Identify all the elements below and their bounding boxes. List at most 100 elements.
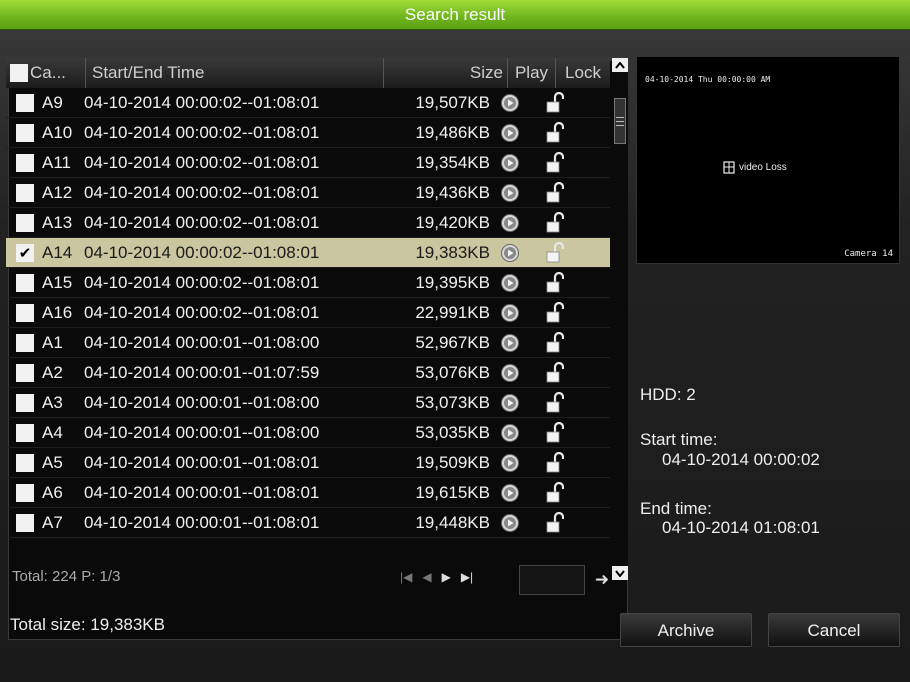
video-preview: 04-10-2014 Thu 00:00:00 AM video Loss Ca… bbox=[636, 56, 900, 264]
row-checkbox[interactable] bbox=[16, 363, 34, 382]
row-size: 19,436KB bbox=[415, 182, 490, 202]
row-checkbox[interactable]: ✔ bbox=[16, 243, 34, 262]
table-row[interactable]: A5 04-10-2014 00:00:01--01:08:01 19,509KB bbox=[6, 448, 610, 478]
table-row[interactable]: A7 04-10-2014 00:00:01--01:08:01 19,448KB bbox=[6, 508, 610, 538]
table-row[interactable]: A2 04-10-2014 00:00:01--01:07:59 53,076KB bbox=[6, 358, 610, 388]
scroll-thumb[interactable] bbox=[614, 98, 626, 144]
row-checkbox[interactable] bbox=[16, 333, 34, 352]
row-size: 53,076KB bbox=[415, 362, 490, 382]
row-checkbox[interactable] bbox=[16, 213, 34, 232]
scroll-down-button[interactable] bbox=[612, 566, 628, 580]
prev-page-icon[interactable]: ◀ bbox=[422, 570, 431, 584]
unlock-icon[interactable] bbox=[530, 181, 580, 204]
next-page-icon[interactable]: ▶ bbox=[442, 570, 451, 584]
play-icon[interactable] bbox=[490, 423, 530, 443]
chevron-up-icon bbox=[615, 61, 625, 69]
row-time: 04-10-2014 00:00:02--01:08:01 bbox=[84, 122, 320, 142]
unlock-icon[interactable] bbox=[530, 121, 580, 144]
last-page-icon[interactable]: ▶| bbox=[461, 570, 473, 584]
play-icon[interactable] bbox=[490, 153, 530, 173]
unlock-icon[interactable] bbox=[530, 511, 580, 534]
row-checkbox[interactable] bbox=[16, 303, 34, 322]
play-icon[interactable] bbox=[490, 453, 530, 473]
row-size: 19,507KB bbox=[415, 92, 490, 112]
play-icon[interactable] bbox=[490, 243, 530, 263]
play-icon[interactable] bbox=[490, 303, 530, 323]
play-icon[interactable] bbox=[490, 213, 530, 233]
table-row[interactable]: ✔ A14 04-10-2014 00:00:02--01:08:01 19,383K… bbox=[6, 238, 610, 268]
unlock-icon[interactable] bbox=[530, 481, 580, 504]
table-row[interactable]: A9 04-10-2014 00:00:02--01:08:01 19,507KB bbox=[6, 88, 610, 118]
go-page-button[interactable]: ➜ bbox=[590, 568, 614, 592]
unlock-icon[interactable] bbox=[530, 91, 580, 114]
unlock-icon[interactable] bbox=[530, 271, 580, 294]
table-row[interactable]: A11 04-10-2014 00:00:02--01:08:01 19,354KB bbox=[6, 148, 610, 178]
total-size: Total size: 19,383KB bbox=[10, 615, 165, 634]
row-checkbox[interactable] bbox=[16, 183, 34, 202]
first-page-icon[interactable]: |◀ bbox=[400, 570, 412, 584]
end-time-label: End time: bbox=[640, 499, 712, 518]
play-icon[interactable] bbox=[490, 123, 530, 143]
row-time: 04-10-2014 00:00:02--01:08:01 bbox=[84, 152, 320, 172]
row-checkbox[interactable] bbox=[16, 273, 34, 292]
row-camera: A6 bbox=[42, 482, 63, 502]
unlock-icon[interactable] bbox=[530, 361, 580, 384]
header-size[interactable]: Size bbox=[384, 58, 508, 88]
play-icon[interactable] bbox=[490, 513, 530, 533]
video-loss-text: video Loss bbox=[739, 162, 787, 173]
row-camera: A15 bbox=[42, 272, 73, 292]
row-size: 19,486KB bbox=[415, 122, 490, 142]
play-icon[interactable] bbox=[490, 363, 530, 383]
row-camera: A4 bbox=[42, 422, 63, 442]
list-scrollbar[interactable] bbox=[612, 58, 628, 580]
unlock-icon[interactable] bbox=[530, 151, 580, 174]
table-row[interactable]: A6 04-10-2014 00:00:01--01:08:01 19,615KB bbox=[6, 478, 610, 508]
archive-button[interactable]: Archive bbox=[620, 613, 752, 647]
row-size: 53,035KB bbox=[415, 422, 490, 442]
table-row[interactable]: A3 04-10-2014 00:00:01--01:08:00 53,073KB bbox=[6, 388, 610, 418]
play-icon[interactable] bbox=[490, 483, 530, 503]
play-icon[interactable] bbox=[490, 393, 530, 413]
play-icon[interactable] bbox=[490, 93, 530, 113]
unlock-icon[interactable] bbox=[530, 211, 580, 234]
row-checkbox[interactable] bbox=[16, 453, 34, 472]
row-checkbox[interactable] bbox=[16, 393, 34, 412]
unlock-icon[interactable] bbox=[530, 331, 580, 354]
row-camera: A2 bbox=[42, 362, 63, 382]
table-row[interactable]: A1 04-10-2014 00:00:01--01:08:00 52,967KB bbox=[6, 328, 610, 358]
unlock-icon[interactable] bbox=[530, 391, 580, 414]
row-time: 04-10-2014 00:00:02--01:08:01 bbox=[84, 92, 320, 112]
page-number-input[interactable] bbox=[519, 565, 585, 595]
row-size: 19,615KB bbox=[415, 482, 490, 502]
header-time[interactable]: Start/End Time bbox=[86, 58, 384, 88]
play-icon[interactable] bbox=[490, 333, 530, 353]
unlock-icon[interactable] bbox=[530, 421, 580, 444]
row-checkbox[interactable] bbox=[16, 423, 34, 442]
play-icon[interactable] bbox=[490, 273, 530, 293]
select-all-checkbox[interactable] bbox=[10, 64, 28, 82]
row-checkbox[interactable] bbox=[16, 123, 34, 142]
row-time: 04-10-2014 00:00:02--01:08:01 bbox=[84, 242, 320, 262]
unlock-icon[interactable] bbox=[530, 451, 580, 474]
table-row[interactable]: A15 04-10-2014 00:00:02--01:08:01 19,395KB bbox=[6, 268, 610, 298]
cancel-button[interactable]: Cancel bbox=[768, 613, 900, 647]
row-size: 19,420KB bbox=[415, 212, 490, 232]
row-checkbox[interactable] bbox=[16, 483, 34, 502]
header-play: Play bbox=[508, 58, 556, 88]
row-size: 19,354KB bbox=[415, 152, 490, 172]
table-row[interactable]: A16 04-10-2014 00:00:02--01:08:01 22,991KB bbox=[6, 298, 610, 328]
table-row[interactable]: A4 04-10-2014 00:00:01--01:08:00 53,035KB bbox=[6, 418, 610, 448]
table-row[interactable]: A10 04-10-2014 00:00:02--01:08:01 19,486KB bbox=[6, 118, 610, 148]
row-camera: A9 bbox=[42, 92, 63, 112]
header-camera[interactable]: Ca... bbox=[6, 58, 86, 88]
row-checkbox[interactable] bbox=[16, 153, 34, 172]
row-size: 22,991KB bbox=[415, 302, 490, 322]
scroll-up-button[interactable] bbox=[612, 58, 628, 72]
row-checkbox[interactable] bbox=[16, 93, 34, 112]
row-checkbox[interactable] bbox=[16, 513, 34, 532]
unlock-icon[interactable] bbox=[530, 241, 580, 264]
table-row[interactable]: A12 04-10-2014 00:00:02--01:08:01 19,436KB bbox=[6, 178, 610, 208]
play-icon[interactable] bbox=[490, 183, 530, 203]
table-row[interactable]: A13 04-10-2014 00:00:02--01:08:01 19,420KB bbox=[6, 208, 610, 238]
unlock-icon[interactable] bbox=[530, 301, 580, 324]
